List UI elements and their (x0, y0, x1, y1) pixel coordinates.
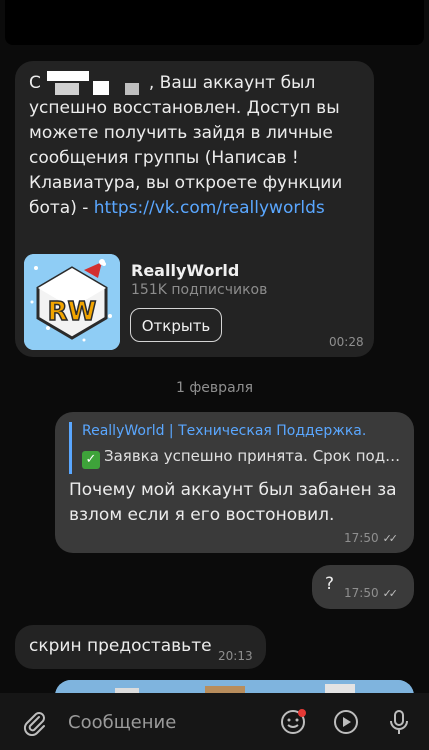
group-title: ReallyWorld (131, 261, 240, 280)
sticker-icon[interactable] (279, 708, 307, 736)
message-time: 17:50 (344, 586, 379, 600)
message-text: С, Ваш аккаунт был успешно восстановлен.… (29, 71, 364, 221)
pinned-header (5, 0, 424, 45)
reply-author: ReallyWorld | Техническая Поддержка. (82, 423, 367, 439)
incoming-message[interactable]: С, Ваш аккаунт был успешно восстановлен.… (15, 61, 374, 357)
redacted-name (41, 71, 149, 95)
play-icon[interactable] (332, 708, 360, 736)
group-avatar[interactable]: RW (24, 254, 120, 350)
message-input-bar: Сообщение (0, 693, 429, 750)
check-mark-icon: ✓ (82, 451, 100, 469)
microphone-icon[interactable] (385, 708, 413, 736)
logo-text: RW (48, 297, 97, 327)
message-time-wrap: 17:50 ✓✓ (344, 586, 399, 600)
name-prefix: С (29, 73, 41, 93)
paperclip-icon[interactable] (20, 708, 48, 737)
read-ticks-icon: ✓✓ (382, 587, 399, 600)
date-separator: 1 февраля (175, 380, 254, 396)
message-text: скрин предоставьте (29, 636, 212, 656)
incoming-message[interactable]: скрин предоставьте 20:13 (15, 625, 266, 669)
message-text: Почему мой аккаунт был забанен за взлом … (69, 480, 397, 525)
group-subscribers: 151K подписчиков (131, 282, 268, 298)
open-group-button[interactable]: Открыть (130, 308, 222, 342)
message-time-wrap: 17:50 ✓✓ (344, 531, 399, 545)
reply-quote[interactable]: ReallyWorld | Техническая Поддержка. ✓ За… (69, 422, 402, 474)
reply-text: Заявка успешно принята. Срок подачи заяв… (104, 447, 402, 465)
outgoing-message[interactable]: ReallyWorld | Техническая Поддержка. ✓ За… (55, 412, 414, 553)
message-time: 00:28 (329, 335, 364, 349)
read-ticks-icon: ✓✓ (382, 532, 399, 545)
message-text: ? (325, 574, 335, 594)
reply-text-line: ✓Заявка успешно принята. Срок подачи зая… (82, 447, 402, 469)
outgoing-message[interactable]: ? 17:50 ✓✓ (312, 565, 414, 609)
message-time: 17:50 (344, 531, 379, 545)
group-link[interactable]: https://vk.com/reallyworlds (94, 198, 325, 218)
message-input[interactable]: Сообщение (68, 712, 176, 733)
message-time: 20:13 (218, 649, 253, 663)
